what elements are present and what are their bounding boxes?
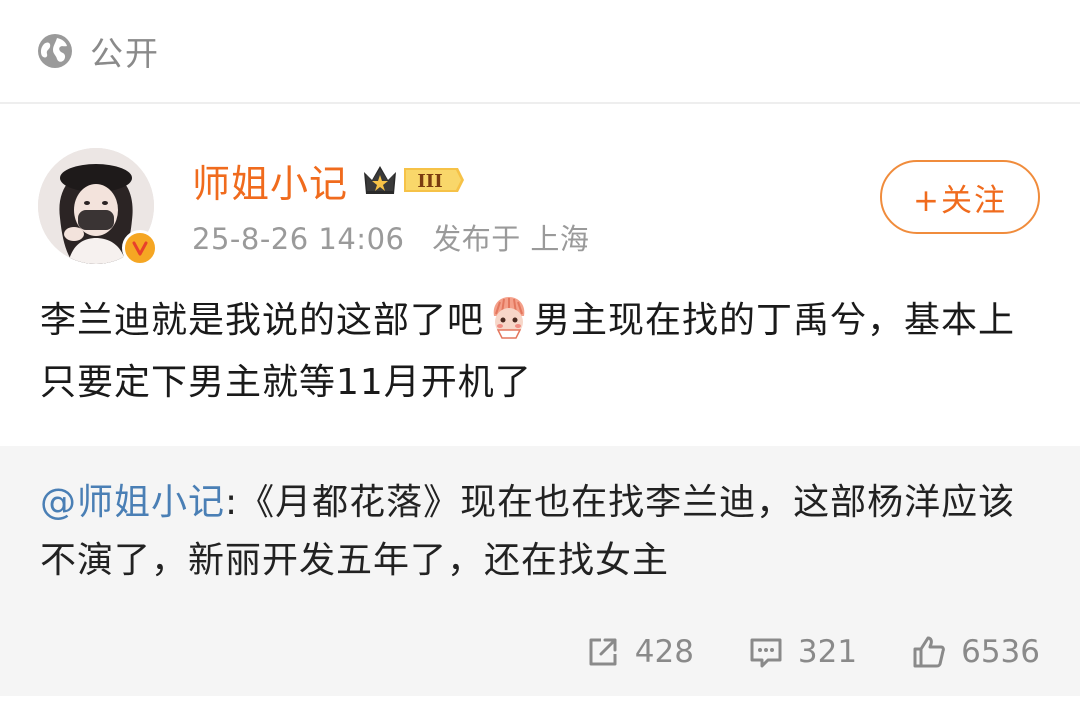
share-button[interactable]: 428 [585, 634, 694, 670]
verified-badge-icon [122, 230, 158, 266]
post-location: 发布于 上海 [432, 222, 590, 256]
comment-count: 321 [797, 634, 858, 670]
comment-button[interactable]: 321 [748, 634, 857, 670]
repost-text: @师姐小记:《月都花落》现在也在找李兰迪，这部杨洋应该不演了，新丽开发五年了，还… [40, 474, 1040, 590]
vip-badge-label: III [417, 171, 442, 192]
action-bar: 428 321 6536 [531, 630, 1040, 674]
username-row: 师姐小记 III [192, 153, 465, 208]
visibility-bar: 公开 [0, 0, 1080, 104]
visibility-label: 公开 [90, 34, 160, 73]
post-text: 李兰迪就是我说的这部了吧 男主现在找的丁禹兮，基本上只要定下男主就等11月开机了 [40, 290, 1040, 414]
fan-face-emoji-icon [493, 297, 525, 339]
post-timestamp: 25-8-26 14:06 [192, 222, 405, 256]
vip-crown-badge-icon[interactable]: III [360, 160, 465, 200]
post-meta: 25-8-26 14:06 发布于 上海 [192, 216, 589, 258]
thumbs-up-icon [913, 636, 945, 668]
globe-icon [38, 34, 72, 68]
post-header: 师姐小记 III 25-8-26 14:06 发布于 上海 +关注 [0, 104, 1080, 274]
username[interactable]: 师姐小记 [192, 153, 348, 208]
avatar-wrap[interactable] [38, 148, 158, 266]
share-icon [589, 638, 617, 666]
post-text-part1: 李兰迪就是我说的这部了吧 [40, 300, 485, 341]
share-count: 428 [634, 634, 694, 670]
comment-icon [750, 638, 782, 668]
follow-button[interactable]: +关注 [880, 160, 1040, 234]
like-button[interactable]: 6536 [911, 634, 1040, 670]
like-count: 6536 [961, 634, 1040, 670]
repost-mention-link[interactable]: @师姐小记 [40, 482, 225, 523]
